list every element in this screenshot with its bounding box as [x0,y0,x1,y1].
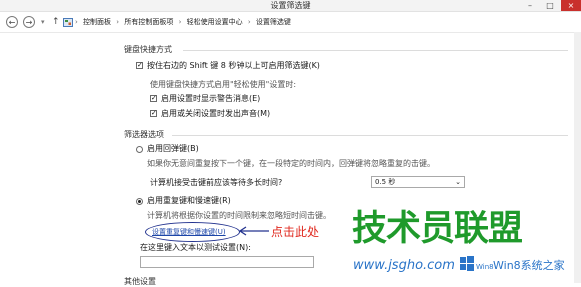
back-button[interactable]: ← [6,16,18,28]
window-title: 设置筛选键 [270,1,311,10]
breadcrumb-all-items[interactable]: 所有控制面板项 [124,18,173,26]
breadcrumb-filter-keys[interactable]: 设置筛选键 [256,18,291,26]
chevron-down-icon: ⌄ [455,178,461,186]
breadcrumb-control-panel[interactable]: 控制面板 [83,18,111,26]
shortcut-hint: 使用键盘快捷方式启用"轻松使用"设置时: [150,80,297,89]
sound-checkbox[interactable]: ✓ [150,110,157,117]
shift-shortcut-label: 按住右边的 Shift 键 8 秒钟以上可启用筛选键(K) [147,61,320,70]
test-text-input[interactable] [140,256,314,268]
keyboard-shortcut-heading: 键盘快捷方式 [124,45,172,54]
recent-pages-chevron-icon[interactable]: ▾ [41,17,45,27]
watermark-url: www.jsgho.com [353,258,455,273]
windows-logo-icon: Win8 [460,256,494,271]
shift-shortcut-checkbox[interactable]: ✓ [136,62,143,69]
filter-options-heading: 筛选器选项 [124,130,164,139]
breadcrumb: › 控制面板 › 所有控制面板项 › 轻松使用设置中心 › 设置筛选键 [75,18,291,26]
watermark-brand: Win8系统之家 [493,259,565,272]
restore-button[interactable]: □ [540,0,560,11]
close-button[interactable]: × [561,0,581,11]
repeat-keys-label: 启用重复键和慢速键(R) [147,196,231,205]
wait-time-value: 0.5 秒 [375,178,396,186]
control-panel-icon [63,18,73,27]
section-divider [183,50,568,51]
warning-message-checkbox[interactable]: ✓ [150,95,157,102]
arrow-left-icon [238,226,269,236]
breadcrumb-ease-of-access[interactable]: 轻松使用设置中心 [187,18,243,26]
bounce-keys-description: 如果你无意间重复按下一个键，在一段特定的时间内，回弹键将忽略重复的击键。 [147,159,435,168]
bounce-keys-label: 启用回弹键(B) [147,144,199,153]
wait-time-label: 计算机接受击键前应该等待多长时间? [150,178,283,187]
up-button[interactable]: ↑ [52,17,60,27]
highlight-ellipse [145,222,240,242]
other-settings-heading: 其他设置 [124,277,156,286]
repeat-keys-description: 计算机将根据你设置的时间限制来忽略短时间击键。 [147,211,331,220]
repeat-keys-radio[interactable] [136,198,143,205]
forward-button[interactable]: → [23,16,35,28]
sound-label: 启用或关闭设置时发出声音(M) [161,109,271,118]
minimize-button[interactable]: – [520,0,540,11]
bounce-keys-radio[interactable] [136,146,143,153]
title-bar: 设置筛选键 – □ × [0,0,581,12]
svg-text:Win8: Win8 [476,263,494,271]
warning-message-label: 启用设置时显示警告消息(E) [161,94,261,103]
address-bar: ← → ▾ ↑ › 控制面板 › 所有控制面板项 › 轻松使用设置中心 › 设置… [0,12,581,33]
click-here-annotation: 点击此处 [271,225,320,239]
wait-time-dropdown[interactable]: 0.5 秒 ⌄ [371,176,465,188]
scrollbar[interactable] [574,32,581,283]
test-text-label: 在这里键入文本以测试设置(N): [140,243,251,252]
watermark-title: 技术员联盟 [352,209,523,249]
section-divider [172,135,568,136]
